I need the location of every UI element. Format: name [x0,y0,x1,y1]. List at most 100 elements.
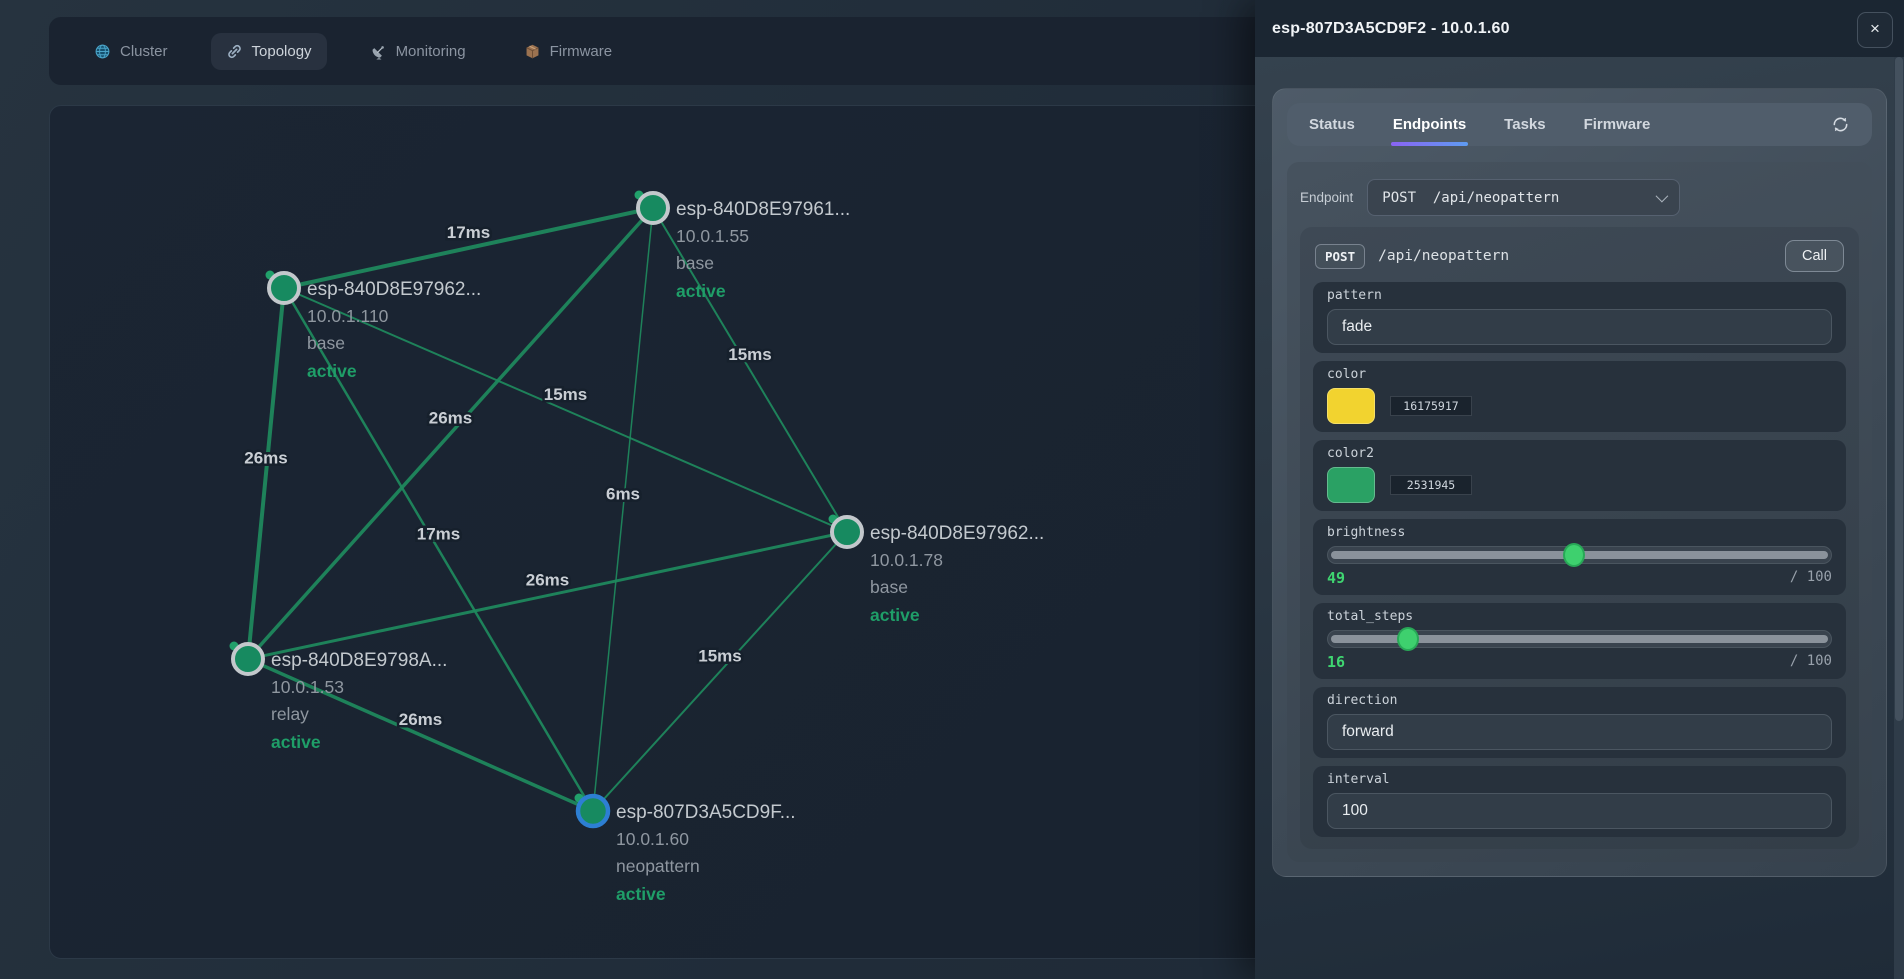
field-input-direction[interactable]: forward [1327,714,1832,750]
node-ip-label: 10.0.1.60 [616,829,689,849]
edge-latency-label: 15ms [698,647,741,666]
color-value-input-color[interactable]: 16175917 [1390,396,1472,416]
field-group-interval: interval 100 [1313,766,1846,837]
color-value-input-color2[interactable]: 2531945 [1390,475,1472,495]
node-ip-label: 10.0.1.78 [870,550,943,570]
node-ip-label: 10.0.1.110 [307,306,389,326]
field-input-pattern[interactable]: fade [1327,309,1832,345]
tab-endpoints[interactable]: Endpoints [1393,103,1466,146]
panel-header: esp-807D3A5CD9F2 - 10.0.1.60 × [1255,0,1904,57]
nav-item-label: Topology [252,43,312,60]
node-name-label: esp-840D8E97962... [307,279,481,300]
field-label: pattern [1327,289,1832,303]
active-tab-underline [1391,142,1468,146]
link-icon [226,43,243,60]
slider-current-value: 49 [1327,569,1345,587]
field-label: total_steps [1327,610,1832,624]
node-status-label: active [676,281,726,301]
node-role-label: base [307,333,345,353]
call-button[interactable]: Call [1785,240,1844,272]
package-icon [524,43,541,60]
nav-item-monitoring[interactable]: Monitoring [355,33,481,70]
color-swatch-color2[interactable] [1327,467,1375,503]
endpoint-selector-label: Endpoint [1300,190,1353,205]
slider-thumb-total_steps[interactable] [1397,627,1419,651]
slider-track-total_steps[interactable] [1327,630,1832,648]
field-label: color2 [1327,447,1832,461]
topology-node[interactable]: esp-840D8E97961... 10.0.1.55 base active [635,191,851,302]
node-status-label: active [271,732,321,752]
node-circle-selected[interactable] [578,796,608,826]
node-status-label: active [307,361,357,381]
node-circle[interactable] [638,193,668,223]
topology-edge [593,532,847,811]
edge-latency-label: 17ms [417,525,460,544]
endpoints-card: Status Endpoints Tasks Firmware Endpoint PO… [1272,88,1887,877]
panel-scrollbar-thumb[interactable] [1895,57,1903,721]
nav-item-firmware[interactable]: Firmware [509,33,628,70]
field-group-pattern: pattern fade [1313,282,1846,353]
panel-tabbar: Status Endpoints Tasks Firmware [1287,103,1872,146]
method-badge: POST [1315,244,1365,269]
topology-edge [248,208,653,659]
edge-latency-label: 26ms [429,409,472,428]
slider-thumb-brightness[interactable] [1563,543,1585,567]
tab-firmware[interactable]: Firmware [1584,103,1651,146]
node-circle[interactable] [269,273,299,303]
field-label: color [1327,368,1832,382]
slider-track-brightness[interactable] [1327,546,1832,564]
panel-scrollbar[interactable] [1894,57,1904,979]
tab-tasks[interactable]: Tasks [1504,103,1545,146]
nav-item-topology[interactable]: Topology [211,33,327,70]
field-label: interval [1327,773,1832,787]
nav-item-label: Cluster [120,43,168,60]
edge-latency-label: 26ms [399,710,442,729]
field-input-interval[interactable]: 100 [1327,793,1832,829]
nav-item-label: Firmware [550,43,613,60]
topology-node[interactable]: esp-840D8E9798A...10.0.1.53relayactive [230,642,448,753]
color-field-row: 16175917 [1327,388,1832,424]
node-name-label: esp-840D8E97961... [676,199,850,220]
endpoint-form: POST /api/neopattern Call pattern fade col… [1300,227,1859,849]
edge-latency-label: 15ms [728,345,771,364]
node-role-label: relay [271,704,309,724]
slider-max-value: / 100 [1790,653,1832,671]
field-group-color2: color2 2531945 [1313,440,1846,511]
tab-status[interactable]: Status [1309,103,1355,146]
endpoint-selector-row: Endpoint POST /api/neopattern [1300,179,1859,216]
topology-node[interactable]: esp-840D8E97962...10.0.1.78baseactive [829,515,1045,626]
nav-item-label: Monitoring [396,43,466,60]
refresh-icon[interactable] [1831,115,1850,134]
tab-label: Firmware [1584,116,1651,133]
endpoint-select-value: POST /api/neopattern [1382,190,1559,206]
node-name-label: esp-840D8E9798A... [271,650,447,671]
tab-label: Endpoints [1393,116,1466,133]
edge-latency-label: 6ms [606,485,640,504]
field-list: patternfadecolor16175917color22531945bri… [1313,282,1846,837]
topology-edge [248,288,284,659]
edge-latency-label: 15ms [544,385,587,404]
node-ip-label: 10.0.1.55 [676,226,749,246]
node-status-label: active [616,884,666,904]
field-group-brightness: brightness49/ 100 [1313,519,1846,595]
node-circle[interactable] [233,644,263,674]
field-group-total_steps: total_steps 16 / 100 [1313,603,1846,679]
color-swatch-color[interactable] [1327,388,1375,424]
node-role-label: base [676,253,714,273]
endpoint-path: /api/neopattern [1378,248,1509,264]
slider-values-row: 16 / 100 [1327,653,1832,671]
slider-max-value: / 100 [1790,569,1832,587]
field-label: direction [1327,694,1832,708]
close-icon[interactable]: × [1857,12,1893,48]
topology-node[interactable]: esp-840D8E97962... 10.0.1.110 base active [266,271,482,382]
topology-node[interactable]: esp-807D3A5CD9F...10.0.1.60neopatternact… [575,794,796,905]
endpoint-select[interactable]: POST /api/neopattern [1367,179,1680,216]
node-circle[interactable] [832,517,862,547]
slider-current-value: 16 [1327,653,1345,671]
field-group-direction: direction forward [1313,687,1846,758]
node-role-label: base [870,577,908,597]
device-detail-panel: esp-807D3A5CD9F2 - 10.0.1.60 × Status End… [1255,0,1904,979]
panel-title: esp-807D3A5CD9F2 - 10.0.1.60 [1272,20,1510,38]
satellite-icon [370,43,387,60]
nav-item-cluster[interactable]: Cluster [79,33,183,70]
